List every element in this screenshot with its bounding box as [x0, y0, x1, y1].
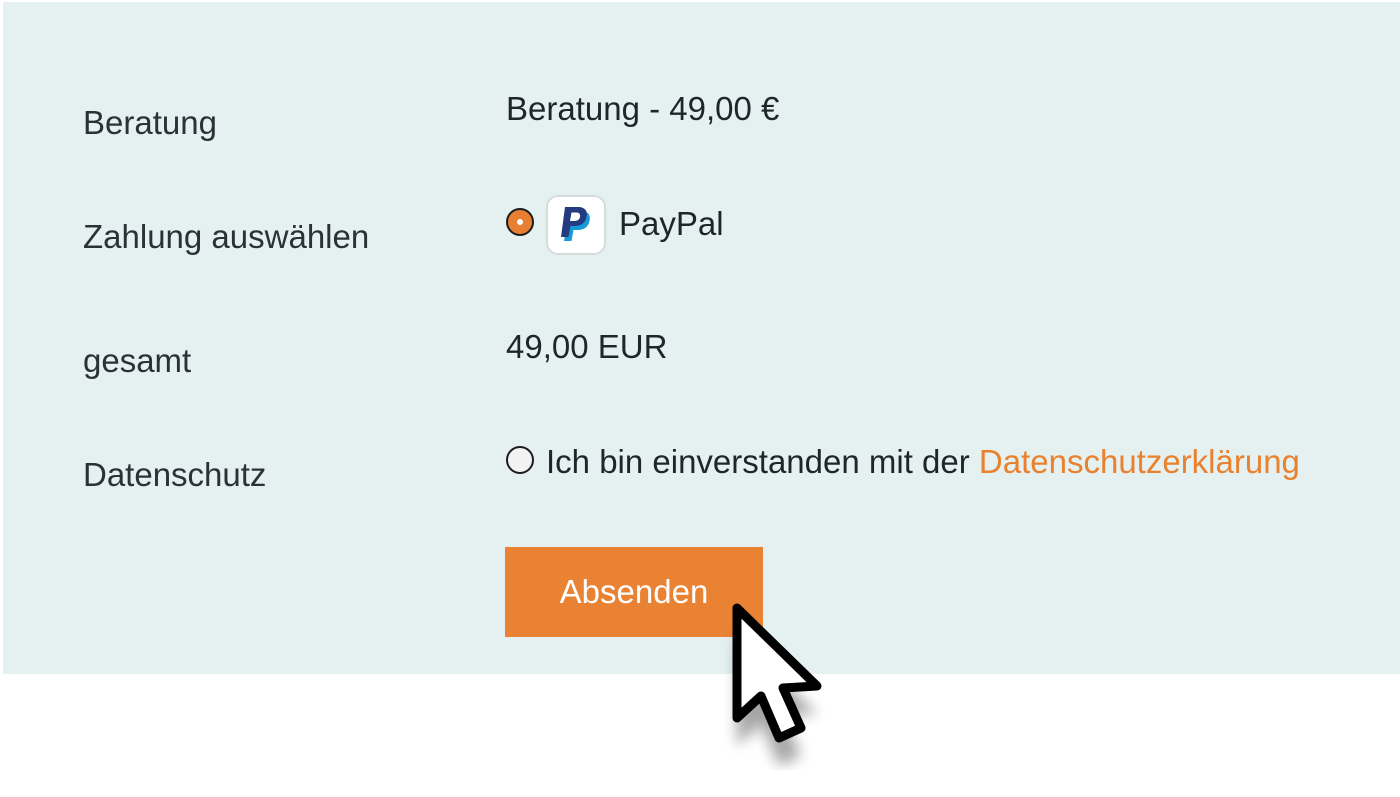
- paypal-radio[interactable]: [506, 208, 534, 236]
- privacy-policy-link[interactable]: Datenschutzerklärung: [979, 443, 1300, 480]
- label-privacy: Datenschutz: [83, 456, 267, 493]
- booking-form-panel: Beratung Beratung - 49,00 € Zahlung ausw…: [3, 2, 1400, 674]
- privacy-consent-text: Ich bin einverstanden mit der Datenschut…: [546, 443, 1300, 481]
- label-payment-select: Zahlung auswählen: [83, 218, 370, 255]
- mouse-pointer-icon: [732, 603, 822, 766]
- payment-option-label[interactable]: PayPal: [619, 205, 724, 243]
- radio-selected-dot: [517, 219, 523, 225]
- paypal-logo-svg: [561, 207, 590, 241]
- label-beratung: Beratung: [83, 104, 217, 141]
- service-price-value: Beratung - 49,00 €: [506, 90, 780, 127]
- consent-text: Ich bin einverstanden mit der: [546, 443, 979, 480]
- paypal-logo-icon[interactable]: [546, 195, 606, 255]
- total-amount-value: 49,00 EUR: [506, 328, 668, 365]
- label-total: gesamt: [83, 342, 192, 379]
- privacy-consent-checkbox[interactable]: [506, 446, 534, 474]
